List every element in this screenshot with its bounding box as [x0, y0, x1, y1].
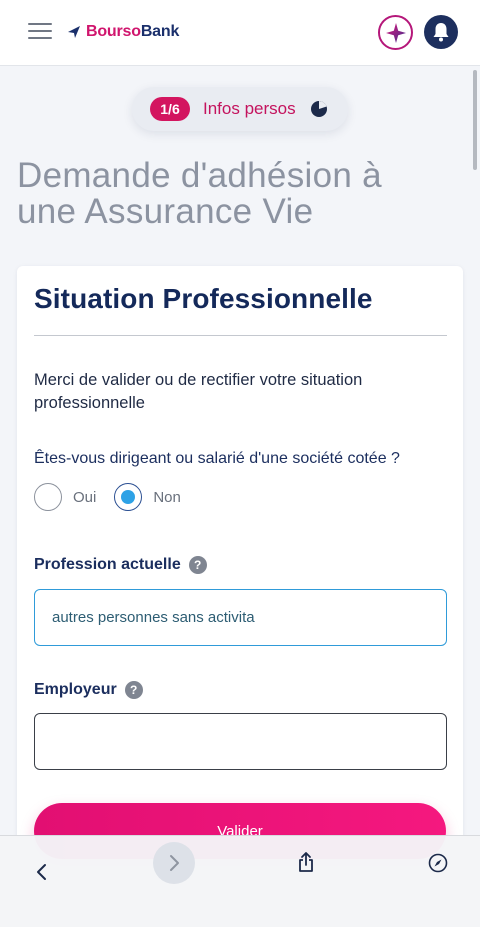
employer-help-icon[interactable]: ? [124, 681, 143, 699]
employer-input[interactable] [34, 713, 447, 770]
page-title: Demande d'adhésion à une Assurance Vie [17, 158, 467, 230]
compass-button[interactable] [418, 843, 458, 883]
radio-non-label[interactable]: Non [153, 489, 181, 506]
radio-non[interactable] [114, 483, 143, 511]
browser-toolbar [0, 835, 480, 927]
forward-button[interactable] [154, 843, 194, 883]
listed-company-question: Êtes-vous dirigeant ou salarié d'une soc… [34, 450, 400, 467]
back-button[interactable] [22, 852, 62, 892]
step-indicator: 1/6 Infos persos [132, 87, 348, 131]
employer-label-row: Employeur ? [34, 681, 143, 699]
menu-icon[interactable] [28, 23, 52, 40]
brand-name-part1: Bourso [86, 23, 141, 40]
notifications-button[interactable] [424, 15, 458, 49]
compass-icon [428, 853, 448, 873]
profession-label: Profession actuelle [34, 556, 181, 573]
section-title: Situation Professionnelle [34, 283, 373, 314]
page-scrollbar[interactable] [473, 70, 477, 170]
back-icon [37, 864, 46, 880]
page-title-line1: Demande d'adhésion à [17, 156, 382, 195]
intro-text: Merci de valider ou de rectifier votre s… [34, 371, 363, 412]
assistant-button[interactable] [378, 15, 413, 50]
share-button[interactable] [286, 842, 326, 882]
radio-selected-dot [121, 490, 136, 504]
share-icon [299, 852, 313, 872]
forward-icon [170, 855, 179, 871]
app-header: Bourso Bank [0, 0, 480, 66]
employer-label: Employeur [34, 681, 117, 698]
profession-label-row: Profession actuelle ? [34, 556, 207, 574]
step-label: Infos persos [203, 99, 296, 118]
profession-help-icon[interactable]: ? [188, 556, 207, 574]
listed-company-radio-group: Oui Non [34, 483, 199, 511]
logo-mark-icon [68, 26, 80, 38]
bell-icon [433, 23, 449, 42]
sparkle-icon [385, 22, 406, 43]
profession-input[interactable] [34, 589, 447, 646]
brand-name-part2: Bank [140, 23, 180, 40]
radio-oui-label[interactable]: Oui [73, 489, 96, 506]
brand-logo[interactable]: Bourso Bank [66, 22, 179, 42]
radio-oui[interactable] [34, 483, 62, 511]
section-divider [34, 335, 447, 336]
page-title-line2: une Assurance Vie [17, 192, 314, 231]
step-count-badge: 1/6 [150, 97, 190, 121]
progress-ring-icon [310, 101, 327, 117]
